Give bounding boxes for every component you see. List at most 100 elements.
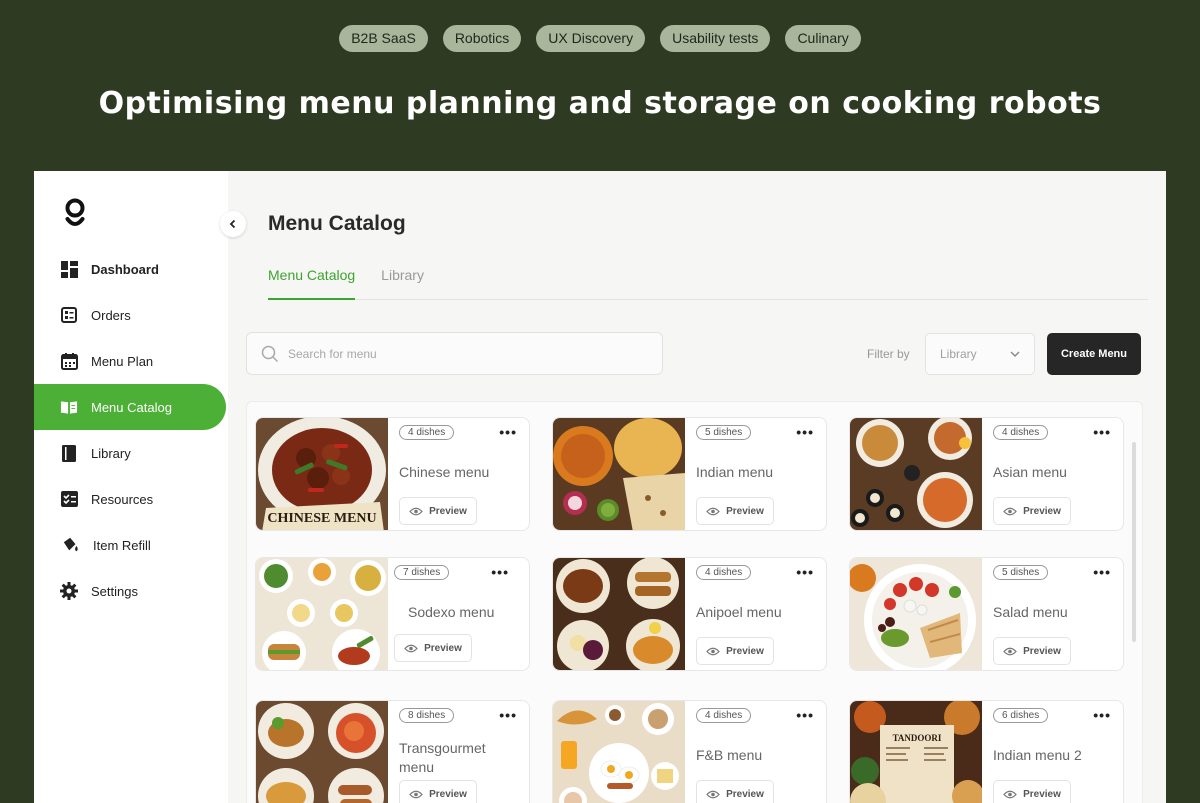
more-options-icon[interactable]: ••• xyxy=(499,424,517,440)
preview-button[interactable]: Preview xyxy=(993,497,1071,525)
menu-name: Chinese menu xyxy=(399,464,490,480)
more-options-icon[interactable]: ••• xyxy=(1093,424,1111,440)
book-icon xyxy=(60,398,78,416)
search-placeholder: Search for menu xyxy=(288,346,377,361)
menu-photo xyxy=(553,701,685,803)
dish-count-badge: 6 dishes xyxy=(993,708,1049,723)
eye-icon xyxy=(1003,790,1017,798)
sidebar-item-label: Settings xyxy=(91,583,138,599)
photo-label: TANDOORI xyxy=(893,733,942,743)
chevron-down-icon xyxy=(1010,351,1020,357)
eye-icon xyxy=(409,507,423,515)
more-options-icon[interactable]: ••• xyxy=(1093,564,1111,580)
sidebar-item-item-refill[interactable]: Item Refill xyxy=(34,522,228,568)
menu-card-asian[interactable]: 4 dishes ••• Asian menu Preview xyxy=(849,417,1124,531)
tag-ux-discovery: UX Discovery xyxy=(536,25,646,52)
refill-icon xyxy=(62,536,80,554)
menu-card-anipoel[interactable]: 4 dishes ••• Anipoel menu Preview xyxy=(552,557,827,671)
sidebar-item-menu-catalog[interactable]: Menu Catalog xyxy=(34,384,226,430)
eye-icon xyxy=(1003,647,1017,655)
photo-label: CHINESE MENU xyxy=(267,511,376,526)
tab-library[interactable]: Library xyxy=(381,267,424,300)
create-menu-button[interactable]: Create Menu xyxy=(1047,333,1141,375)
sidebar-item-orders[interactable]: Orders xyxy=(34,292,228,338)
preview-button[interactable]: Preview xyxy=(696,497,774,525)
more-options-icon[interactable]: ••• xyxy=(491,564,509,580)
menu-name: Transgourmet menu xyxy=(399,740,486,775)
app-window: Dashboard Orders Menu Plan Menu Catalog xyxy=(34,171,1166,803)
preview-button[interactable]: Preview xyxy=(993,637,1071,665)
tag-robotics: Robotics xyxy=(442,25,522,52)
sidebar-item-menu-plan[interactable]: Menu Plan xyxy=(34,338,228,384)
page-title: Menu Catalog xyxy=(268,212,406,235)
more-options-icon[interactable]: ••• xyxy=(1093,707,1111,723)
preview-label: Preview xyxy=(424,642,462,654)
preview-button[interactable]: Preview xyxy=(696,637,774,665)
dish-count-badge: 4 dishes xyxy=(696,565,752,580)
sidebar-item-settings[interactable]: Settings xyxy=(34,568,228,614)
menu-name: F&B menu xyxy=(696,747,763,763)
sidebar-item-resources[interactable]: Resources xyxy=(34,476,228,522)
preview-button[interactable]: Preview xyxy=(394,634,472,662)
menu-name: Anipoel menu xyxy=(696,604,782,620)
preview-label: Preview xyxy=(1023,505,1061,517)
filter-select[interactable]: Library xyxy=(925,333,1035,375)
search-input[interactable]: Search for menu xyxy=(246,332,663,375)
calendar-icon xyxy=(60,352,78,370)
preview-button[interactable]: Preview xyxy=(399,497,477,525)
menu-photo xyxy=(850,558,982,670)
more-options-icon[interactable]: ••• xyxy=(796,707,814,723)
menu-card-sodexo[interactable]: 7 dishes ••• Sodexo menu Preview xyxy=(255,557,530,671)
sidebar-item-library[interactable]: Library xyxy=(34,430,228,476)
filter-select-value: Library xyxy=(940,347,977,361)
preview-button[interactable]: Preview xyxy=(696,780,774,803)
dish-count-badge: 8 dishes xyxy=(399,708,455,723)
eye-icon xyxy=(404,644,418,652)
sidebar-item-label: Item Refill xyxy=(93,537,151,553)
dish-count-badge: 4 dishes xyxy=(993,425,1049,440)
dish-count-badge: 5 dishes xyxy=(993,565,1049,580)
more-options-icon[interactable]: ••• xyxy=(796,564,814,580)
dish-count-badge: 4 dishes xyxy=(399,425,455,440)
sidebar-item-label: Menu Catalog xyxy=(91,399,172,415)
preview-label: Preview xyxy=(726,645,764,657)
gear-icon xyxy=(60,582,78,600)
menu-photo xyxy=(256,558,388,670)
preview-label: Preview xyxy=(429,505,467,517)
sidebar-item-dashboard[interactable]: Dashboard xyxy=(34,246,228,292)
menu-card-salad[interactable]: 5 dishes ••• Salad menu Preview xyxy=(849,557,1124,671)
menu-name: Salad menu xyxy=(993,604,1068,620)
dish-count-badge: 5 dishes xyxy=(696,425,752,440)
dish-count-badge: 4 dishes xyxy=(696,708,752,723)
menu-card-indian[interactable]: 5 dishes ••• Indian menu Preview xyxy=(552,417,827,531)
tag-culinary: Culinary xyxy=(785,25,861,52)
menu-name: Indian menu 2 xyxy=(993,747,1082,763)
menu-card-fnb[interactable]: 4 dishes ••• F&B menu Preview xyxy=(552,700,827,803)
menu-card-indian-2[interactable]: TANDOORI 6 dishes ••• Indian menu 2 Prev… xyxy=(849,700,1124,803)
filter-label: Filter by xyxy=(867,347,910,361)
menu-photo xyxy=(553,558,685,670)
more-options-icon[interactable]: ••• xyxy=(796,424,814,440)
tab-menu-catalog[interactable]: Menu Catalog xyxy=(268,267,356,300)
dashboard-icon xyxy=(60,260,78,278)
tag-b2b-saas: B2B SaaS xyxy=(339,25,428,52)
tag-usability-tests: Usability tests xyxy=(660,25,771,52)
library-icon xyxy=(60,444,78,462)
preview-label: Preview xyxy=(726,788,764,800)
resources-icon xyxy=(60,490,78,508)
scrollbar[interactable] xyxy=(1132,442,1136,642)
menu-card-chinese[interactable]: CHINESE MENU 4 dishes ••• Chinese menu P… xyxy=(255,417,530,531)
preview-button[interactable]: Preview xyxy=(399,780,477,803)
eye-icon xyxy=(1003,507,1017,515)
menu-card-transgourmet[interactable]: 8 dishes ••• Transgourmet menu Preview xyxy=(255,700,530,803)
eye-icon xyxy=(409,790,423,798)
preview-button[interactable]: Preview xyxy=(993,780,1071,803)
eye-icon xyxy=(706,507,720,515)
sidebar-item-label: Library xyxy=(91,445,131,461)
menu-name: Asian menu xyxy=(993,464,1067,480)
more-options-icon[interactable]: ••• xyxy=(499,707,517,723)
hero-title: Optimising menu planning and storage on … xyxy=(98,86,1102,121)
menu-name: Indian menu xyxy=(696,464,774,480)
preview-label: Preview xyxy=(726,505,764,517)
logo-icon xyxy=(65,198,85,226)
